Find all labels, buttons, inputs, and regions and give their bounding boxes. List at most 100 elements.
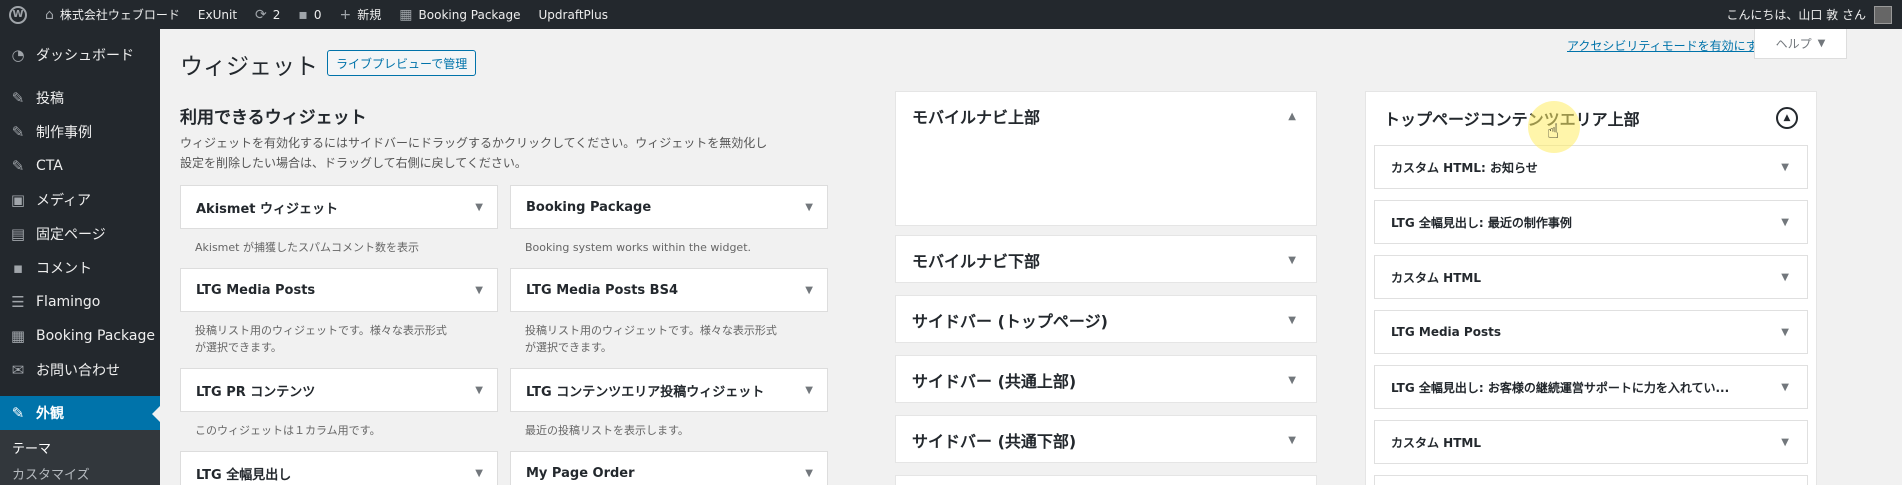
dropdown-arrow-icon[interactable]: ▼ xyxy=(805,285,813,296)
placed-widget[interactable]: カスタム HTML: お知らせ ▼ xyxy=(1374,145,1808,189)
dropdown-arrow-icon[interactable]: ▼ xyxy=(1781,437,1789,448)
sidebar-item-dashboard[interactable]: ◔ ダッシュボード xyxy=(0,38,160,72)
dropdown-arrow-icon[interactable]: ▼ xyxy=(1781,162,1789,173)
sidebar-area-header[interactable]: モバイルナビ上部 ▲ xyxy=(896,92,1316,140)
sidebar-item-media[interactable]: ▣ メディア xyxy=(0,183,160,217)
widget-booking-package[interactable]: Booking Package ▼ xyxy=(510,185,828,229)
placed-widget[interactable]: カスタム HTML ▼ xyxy=(1374,255,1808,299)
home-icon: ⌂ xyxy=(45,6,54,23)
comment-icon: ▪ xyxy=(298,6,308,23)
help-tab[interactable]: ヘルプ ▼ xyxy=(1754,29,1847,59)
user-greeting: こんにちは、山口 敦 さん xyxy=(1726,8,1866,22)
sidebar-item-booking-package[interactable]: ▦ Booking Package xyxy=(0,319,160,353)
widget-ltg-media-posts-bs4[interactable]: LTG Media Posts BS4 ▼ xyxy=(510,268,828,312)
dropdown-arrow-icon[interactable]: ▼ xyxy=(805,202,813,213)
dropdown-arrow-icon[interactable]: ▼ xyxy=(475,385,483,396)
dropdown-arrow-icon[interactable]: ▼ xyxy=(1781,382,1789,393)
collapse-arrow-icon[interactable]: ▲ xyxy=(1288,111,1296,122)
help-label: ヘルプ xyxy=(1775,37,1812,51)
pin-icon: ✎ xyxy=(11,157,25,175)
comments-menu[interactable]: ▪ 0 xyxy=(289,0,330,29)
sidebar-item-flamingo[interactable]: ☰ Flamingo xyxy=(0,285,160,319)
calendar-icon: ▦ xyxy=(10,327,26,345)
sidebar-area-title: トップページコンテンツエリア上部 xyxy=(1384,110,1640,129)
widget-description: 投稿リスト用のウィジェットです。様々な表示形式 が選択できます。 xyxy=(510,312,828,368)
expand-arrow-icon[interactable]: ▼ xyxy=(1288,435,1296,446)
sidebar-area-title: サイドバー (共通下部) xyxy=(912,432,1077,451)
sidebar-item-label: Booking Package xyxy=(36,328,155,344)
sidebar-item-pages[interactable]: ▤ 固定ページ xyxy=(0,217,160,251)
site-name-menu[interactable]: ⌂ 株式会社ウェブロード xyxy=(36,0,189,29)
widget-ltg-full-heading[interactable]: LTG 全幅見出し ▼ xyxy=(180,451,498,485)
widget-description: 投稿リスト用のウィジェットです。様々な表示形式 が選択できます。 xyxy=(180,312,498,368)
widget-title: カスタム HTML: お知らせ xyxy=(1391,160,1538,175)
expand-arrow-icon[interactable]: ▼ xyxy=(1288,315,1296,326)
widget-ltg-pr-contents[interactable]: LTG PR コンテンツ ▼ xyxy=(180,368,498,412)
sidebar-item-comments[interactable]: ▪ コメント xyxy=(0,251,160,285)
admin-sidebar: ◔ ダッシュボード ✎ 投稿 ✎ 制作事例 ✎ CTA ▣ メディア ▤ 固定ページ ▪ コメ… xyxy=(0,29,160,485)
dropdown-arrow-icon[interactable]: ▼ xyxy=(1781,217,1789,228)
dropdown-arrow-icon[interactable]: ▼ xyxy=(475,202,483,213)
sidebar-item-label: お問い合わせ xyxy=(36,363,120,379)
appearance-icon: ✎ xyxy=(11,404,25,422)
sidebar-area-header[interactable]: モバイルナビ下部 ▼ xyxy=(896,236,1316,284)
sidebar-area-header[interactable]: サイドバー (共通上部) ▼ xyxy=(896,356,1316,404)
sidebar-item-works[interactable]: ✎ 制作事例 xyxy=(0,115,160,149)
chevron-down-icon: ▼ xyxy=(1817,38,1826,49)
widget-my-page-order[interactable]: My Page Order ▼ xyxy=(510,451,828,485)
expand-arrow-icon[interactable]: ▼ xyxy=(1288,375,1296,386)
sidebar-item-label: 制作事例 xyxy=(36,125,92,141)
widget-title: LTG 全幅見出し xyxy=(196,467,292,483)
dropdown-arrow-icon[interactable]: ▼ xyxy=(475,468,483,479)
description-line: 投稿リスト用のウィジェットです。様々な表示形式 xyxy=(525,324,777,337)
placed-widget[interactable] xyxy=(1374,475,1808,485)
pin-icon: ✎ xyxy=(11,123,25,141)
sidebar-item-label: コメント xyxy=(36,261,92,277)
widget-title: My Page Order xyxy=(526,465,635,481)
exunit-menu[interactable]: ExUnit xyxy=(189,0,246,29)
updraftplus-menu[interactable]: UpdraftPlus xyxy=(530,0,617,29)
sidebar-item-contact[interactable]: ✉ お問い合わせ xyxy=(0,353,160,387)
my-account-menu[interactable]: こんにちは、山口 敦 さん xyxy=(1726,5,1902,24)
dropdown-arrow-icon[interactable]: ▼ xyxy=(805,468,813,479)
new-content-menu[interactable]: + 新規 xyxy=(331,0,391,29)
placed-widget[interactable]: LTG 全幅見出し: お客様の継続運営サポートに力を入れてい... ▼ xyxy=(1374,365,1808,409)
expand-arrow-icon[interactable]: ▼ xyxy=(1288,255,1296,266)
sidebar-area-header[interactable]: サイドバー (共通下部) ▼ xyxy=(896,416,1316,464)
wp-logo-menu[interactable]: W xyxy=(0,0,36,29)
sidebar-area-header[interactable]: サイドバー (トップページ) ▼ xyxy=(896,296,1316,344)
live-preview-button[interactable]: ライブプレビューで管理 xyxy=(327,50,477,76)
description-line: 投稿リスト用のウィジェットです。様々な表示形式 xyxy=(195,324,447,337)
placed-widget[interactable]: カスタム HTML ▼ xyxy=(1374,420,1808,464)
submenu-item-customize[interactable]: カスタマイズ xyxy=(0,460,160,485)
sidebar-item-cta[interactable]: ✎ CTA xyxy=(0,149,160,183)
widget-ltg-content-area-posts[interactable]: LTG コンテンツエリア投稿ウィジェット ▼ xyxy=(510,368,828,412)
widget-title: LTG コンテンツエリア投稿ウィジェット xyxy=(526,384,765,400)
dropdown-arrow-icon[interactable]: ▼ xyxy=(475,285,483,296)
placed-widget[interactable]: LTG 全幅見出し: 最近の制作事例 ▼ xyxy=(1374,200,1808,244)
dropdown-arrow-icon[interactable]: ▼ xyxy=(1781,272,1789,283)
widget-akismet[interactable]: Akismet ウィジェット ▼ xyxy=(180,185,498,229)
description-line: が選択できます。 xyxy=(525,341,612,354)
dropdown-arrow-icon[interactable]: ▼ xyxy=(1781,327,1789,338)
updraft-label: UpdraftPlus xyxy=(538,7,608,22)
mail-icon: ✉ xyxy=(11,361,25,379)
sidebar-area-mobile-nav-bottom: モバイルナビ下部 ▼ xyxy=(895,235,1317,283)
accessibility-mode-link[interactable]: アクセシビリティモードを有効にする xyxy=(1567,37,1770,54)
widget-title: LTG 全幅見出し: 最近の制作事例 xyxy=(1391,215,1572,230)
widget-description: Booking system works within the widget. xyxy=(525,241,751,254)
placed-widget[interactable]: LTG Media Posts ▼ xyxy=(1374,310,1808,354)
booking-package-menu[interactable]: ▦ Booking Package xyxy=(390,0,529,29)
collapse-arrow-icon[interactable]: ▲ xyxy=(1776,107,1798,129)
page-title: ウィジェット xyxy=(180,54,318,80)
dropdown-arrow-icon[interactable]: ▼ xyxy=(805,385,813,396)
widget-ltg-media-posts[interactable]: LTG Media Posts ▼ xyxy=(180,268,498,312)
widget-title: LTG Media Posts xyxy=(196,282,316,298)
updates-menu[interactable]: ⟳ 2 xyxy=(246,0,289,29)
booking-label: Booking Package xyxy=(418,7,521,22)
sidebar-area-title: モバイルナビ下部 xyxy=(912,252,1041,271)
sidebar-area-header[interactable]: トップページコンテンツエリア上部 ▲ xyxy=(1366,92,1816,144)
sidebar-item-appearance[interactable]: ✎ 外観 xyxy=(0,396,160,430)
sidebar-item-posts[interactable]: ✎ 投稿 xyxy=(0,81,160,115)
submenu-item-themes[interactable]: テーマ xyxy=(0,434,160,460)
